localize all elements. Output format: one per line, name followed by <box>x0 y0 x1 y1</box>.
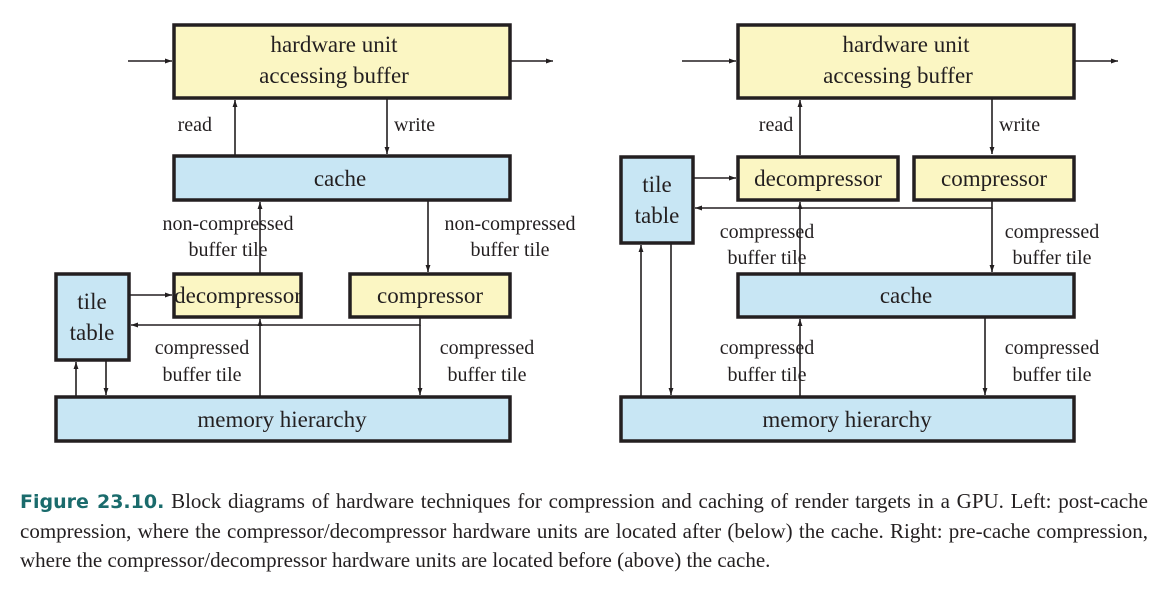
tile-table-box <box>54 272 131 362</box>
compressed-left-label-1: compressed <box>155 337 249 359</box>
compressed-upper-right-label-2: buffer tile <box>1012 247 1091 269</box>
noncompressed-left-label-2: buffer tile <box>188 239 267 261</box>
compressed-upper-left-label-1: compressed <box>720 221 814 243</box>
read-label: read <box>178 114 212 136</box>
caption-text: Block diagrams of hardware techniques fo… <box>20 489 1149 572</box>
compressed-lower-left-label-1: compressed <box>720 337 814 359</box>
figure-label: Figure 23.10. <box>20 491 165 513</box>
figure-caption: Figure 23.10. Block diagrams of hardware… <box>20 487 1148 575</box>
tile-table-label-2: table <box>70 320 115 345</box>
left-diagram: hardware unit accessing buffer read writ… <box>54 23 576 443</box>
write-label: write <box>394 114 435 136</box>
decompressor-label: decompressor <box>754 166 882 191</box>
write-label: write <box>999 114 1040 136</box>
compressed-upper-left-label-2: buffer tile <box>727 247 806 269</box>
tile-table-label-1: tile <box>642 172 671 197</box>
memory-hierarchy-label: memory hierarchy <box>197 407 367 432</box>
noncompressed-right-label-2: buffer tile <box>470 239 549 261</box>
tile-table-label-2: table <box>635 203 680 228</box>
hardware-unit-label-2: accessing buffer <box>259 63 409 88</box>
diagram: hardware unit accessing buffer read writ… <box>54 23 1118 443</box>
hardware-unit-label-1: hardware unit <box>842 32 970 57</box>
compressed-left-label-2: buffer tile <box>162 364 241 386</box>
decompressor-label: decompressor <box>174 283 302 308</box>
compressed-lower-right-label-1: compressed <box>1005 337 1099 359</box>
read-label: read <box>759 114 793 136</box>
tile-table-box <box>619 155 695 245</box>
compressor-label: compressor <box>941 166 1047 191</box>
tile-table-label-1: tile <box>77 289 106 314</box>
hardware-unit-label-2: accessing buffer <box>823 63 973 88</box>
noncompressed-left-label-1: non-compressed <box>162 213 293 235</box>
compressed-lower-left-label-2: buffer tile <box>727 364 806 386</box>
right-diagram: hardware unit accessing buffer read writ… <box>619 23 1118 443</box>
memory-hierarchy-label: memory hierarchy <box>762 407 932 432</box>
hardware-unit-label-1: hardware unit <box>270 32 398 57</box>
cache-label: cache <box>880 283 932 308</box>
noncompressed-right-label-1: non-compressed <box>444 213 575 235</box>
compressed-lower-right-label-2: buffer tile <box>1012 364 1091 386</box>
cache-label: cache <box>314 166 366 191</box>
compressed-upper-right-label-1: compressed <box>1005 221 1099 243</box>
compressed-right-label-1: compressed <box>440 337 534 359</box>
compressor-label: compressor <box>377 283 483 308</box>
compressed-right-label-2: buffer tile <box>447 364 526 386</box>
